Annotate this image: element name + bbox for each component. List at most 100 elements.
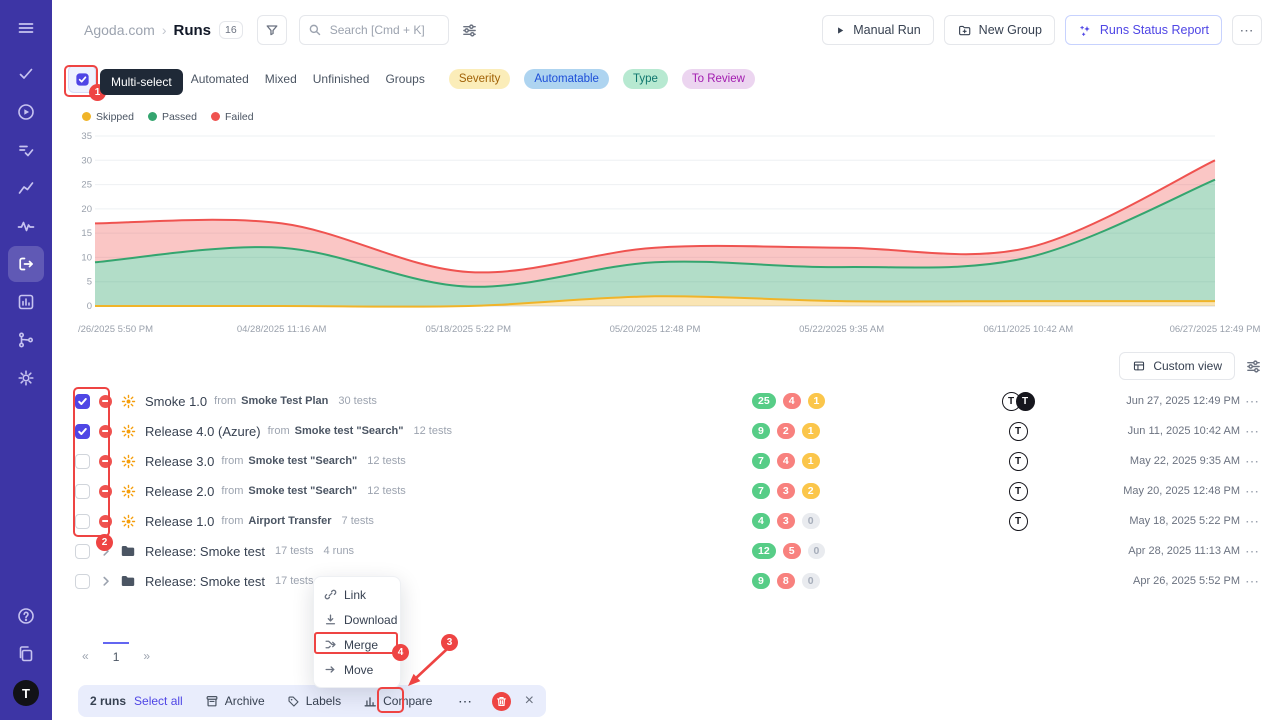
select-all-link[interactable]: Select all	[134, 694, 183, 708]
legend-dot	[82, 112, 91, 121]
expand-chevron-icon[interactable]	[100, 575, 112, 587]
filter-button[interactable]	[257, 15, 287, 45]
header-more-button[interactable]: ⋯	[1232, 15, 1262, 45]
pulse-icon[interactable]	[8, 208, 44, 244]
row-more-button[interactable]: ⋯	[1245, 543, 1260, 560]
chip-severity[interactable]: Severity	[449, 69, 511, 89]
custom-view-button[interactable]: Custom view	[1119, 352, 1235, 380]
group-row[interactable]: Release: Smoke test17 tests4 runs1250Apr…	[68, 536, 1262, 566]
count-badge-green: 9	[752, 573, 770, 589]
row-more-button[interactable]: ⋯	[1245, 573, 1260, 590]
svg-text:06/11/2025 10:42 AM: 06/11/2025 10:42 AM	[984, 324, 1074, 335]
new-group-button[interactable]: New Group	[944, 15, 1055, 45]
sidebar: T	[0, 0, 52, 720]
row-checkbox[interactable]	[75, 484, 90, 499]
help-icon[interactable]	[8, 598, 44, 634]
row-checkbox[interactable]	[75, 574, 90, 589]
search-box[interactable]	[299, 15, 449, 45]
play-circle-icon[interactable]	[8, 94, 44, 130]
group-title[interactable]: Release: Smoke test	[145, 574, 265, 589]
run-row[interactable]: Release 1.0fromAirport Transfer7 tests43…	[68, 506, 1262, 536]
run-from-label: from	[221, 455, 243, 467]
row-checkbox[interactable]	[75, 394, 90, 409]
menu-item-link[interactable]: Link	[314, 582, 400, 607]
count-badge-green: 7	[752, 453, 770, 469]
close-icon[interactable]: ×	[525, 693, 534, 709]
group-row[interactable]: Release: Smoke test17 tests7 runs980Apr …	[68, 566, 1262, 596]
svg-text:20: 20	[81, 204, 92, 215]
menu-icon[interactable]	[8, 10, 44, 46]
analytics-trend-icon[interactable]	[8, 170, 44, 206]
move-icon	[324, 663, 337, 676]
chip-automatable[interactable]: Automatable	[524, 69, 609, 89]
manual-run-button[interactable]: Manual Run	[822, 15, 933, 45]
legend-dot	[211, 112, 220, 121]
run-title[interactable]: Release 3.0	[145, 454, 214, 469]
row-more-button[interactable]: ⋯	[1245, 483, 1260, 500]
row-checkbox[interactable]	[75, 514, 90, 529]
tab-groups[interactable]: Groups	[385, 72, 424, 86]
tests-check-icon[interactable]	[8, 56, 44, 92]
result-badges: 741	[752, 453, 820, 469]
labels-button[interactable]: Labels	[287, 694, 341, 708]
filter-chips: Severity Automatable Type To Review	[449, 69, 755, 89]
menu-item-move[interactable]: Move	[314, 657, 400, 682]
import-icon[interactable]	[8, 246, 44, 282]
svg-text:04/28/2025 11:16 AM: 04/28/2025 11:16 AM	[237, 324, 327, 335]
failed-status-icon	[99, 515, 112, 528]
page-prev[interactable]: «	[82, 642, 89, 663]
run-type-icon	[121, 394, 136, 409]
assignee-avatars: T	[993, 512, 1043, 531]
run-row[interactable]: Release 3.0fromSmoke test "Search"12 tes…	[68, 446, 1262, 476]
tab-automated[interactable]: Automated	[191, 72, 249, 86]
page-next[interactable]: »	[143, 642, 150, 663]
run-date: Apr 28, 2025 11:13 AM	[1128, 545, 1240, 557]
bulk-more-button[interactable]: ⋯	[452, 693, 478, 710]
row-more-button[interactable]: ⋯	[1245, 453, 1260, 470]
play-icon	[835, 25, 846, 36]
tab-mixed[interactable]: Mixed	[265, 72, 297, 86]
tab-unfinished[interactable]: Unfinished	[313, 72, 370, 86]
row-checkbox[interactable]	[75, 544, 90, 559]
count-badge-green: 12	[752, 543, 776, 559]
row-checkbox[interactable]	[75, 424, 90, 439]
compare-button[interactable]: Compare	[363, 694, 432, 708]
run-title[interactable]: Release 2.0	[145, 484, 214, 499]
menu-item-download[interactable]: Download	[314, 607, 400, 632]
run-title[interactable]: Release 1.0	[145, 514, 214, 529]
avatar: T	[1009, 452, 1028, 471]
row-more-button[interactable]: ⋯	[1245, 423, 1260, 440]
run-date: Jun 27, 2025 12:49 PM	[1126, 395, 1240, 407]
gear-icon[interactable]	[8, 360, 44, 396]
archive-button[interactable]: Archive	[205, 694, 265, 708]
branches-icon[interactable]	[8, 322, 44, 358]
legend-item-skipped: Skipped	[82, 111, 134, 123]
chip-to-review[interactable]: To Review	[682, 69, 755, 89]
reports-chart-icon[interactable]	[8, 284, 44, 320]
run-type-icon	[121, 424, 136, 439]
run-row[interactable]: Release 4.0 (Azure)fromSmoke test "Searc…	[68, 416, 1262, 446]
run-source: Smoke test "Search"	[248, 455, 357, 467]
run-row[interactable]: Release 2.0fromSmoke test "Search"12 tes…	[68, 476, 1262, 506]
search-input[interactable]	[328, 22, 440, 38]
run-row[interactable]: Smoke 1.0fromSmoke Test Plan30 tests2541…	[68, 386, 1262, 416]
adjustments-icon[interactable]	[461, 22, 478, 39]
runs-status-report-button[interactable]: Runs Status Report	[1065, 15, 1222, 45]
view-settings-icon[interactable]	[1245, 358, 1262, 375]
page-current[interactable]: 1	[103, 642, 130, 664]
multi-select-tooltip: Multi-select	[100, 69, 183, 95]
assignee-avatars: T	[993, 422, 1043, 441]
docs-copy-icon[interactable]	[8, 636, 44, 672]
funnel-icon	[264, 22, 280, 38]
results-list-icon[interactable]	[8, 132, 44, 168]
chip-type[interactable]: Type	[623, 69, 668, 89]
run-title[interactable]: Smoke 1.0	[145, 394, 207, 409]
user-avatar[interactable]: T	[13, 680, 39, 706]
row-more-button[interactable]: ⋯	[1245, 393, 1260, 410]
row-more-button[interactable]: ⋯	[1245, 513, 1260, 530]
breadcrumb-project[interactable]: Agoda.com	[84, 22, 155, 38]
group-title[interactable]: Release: Smoke test	[145, 544, 265, 559]
run-title[interactable]: Release 4.0 (Azure)	[145, 424, 261, 439]
menu-item-merge[interactable]: Merge	[314, 632, 400, 657]
row-checkbox[interactable]	[75, 454, 90, 469]
